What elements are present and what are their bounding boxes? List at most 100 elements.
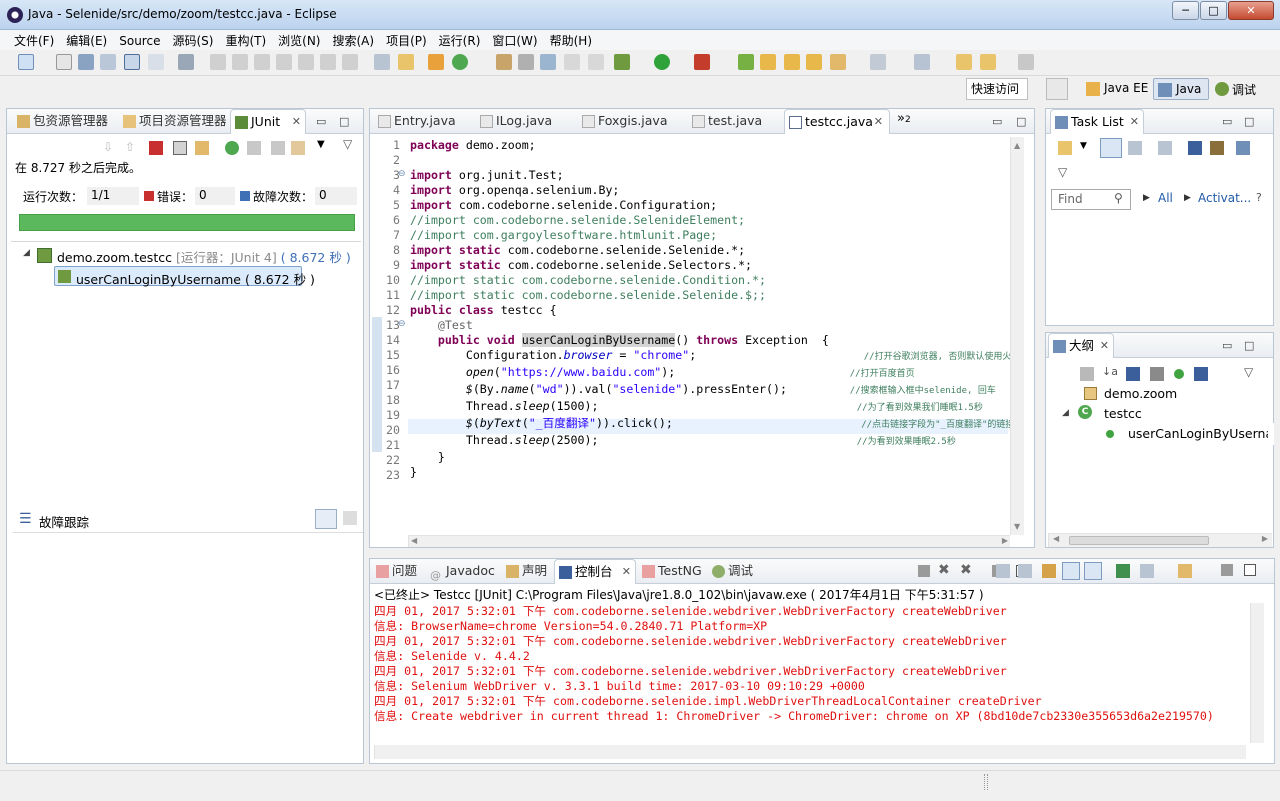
console-vertical-scrollbar[interactable] [1250,603,1264,743]
view-menu-icon[interactable]: ▽ [1058,165,1067,179]
tab-debug[interactable]: 调试 [708,559,764,584]
pin-console-icon[interactable] [1042,564,1056,578]
menu-file[interactable]: 文件(F) [8,30,60,51]
focus-active-task-icon[interactable] [1080,367,1094,381]
word-wrap-icon[interactable] [1018,564,1032,578]
menu-source[interactable]: Source [113,32,166,50]
external-tools-icon[interactable] [694,54,710,70]
debug-icon[interactable] [614,54,630,70]
forward-icon[interactable] [1018,54,1034,70]
tab-close-icon[interactable]: ✕ [1130,110,1139,134]
editor-vertical-scrollbar[interactable]: ▲ ▼ [1010,137,1024,535]
perspective-java[interactable]: Java [1153,78,1209,100]
scroll-lock-icon[interactable] [173,141,187,155]
scroll-lock-console-icon[interactable] [996,564,1010,578]
pin-editor-icon[interactable] [564,54,580,70]
tab-problems[interactable]: 问题 [372,559,422,584]
display-console-icon[interactable] [1116,564,1130,578]
step-into-icon[interactable] [298,54,314,70]
collapse-triangle-icon[interactable]: ◢ [23,248,30,258]
hide-fields-icon[interactable] [1126,367,1140,381]
tab-close-icon[interactable]: ✕ [292,110,301,134]
suspend-icon[interactable] [232,54,248,70]
editor-horizontal-scrollbar[interactable]: ◀ ▶ [408,535,1010,547]
maximize-button[interactable]: □ [1200,1,1227,20]
minimize-view-icon[interactable]: ▭ [316,115,326,128]
fold-icon[interactable]: ⊖ [398,169,406,179]
compare-result-icon[interactable] [343,511,357,525]
menu-edit[interactable]: 编辑(E) [60,30,113,51]
all-link[interactable]: All [1158,191,1173,205]
history-dropdown-icon[interactable]: ▼ [317,139,325,150]
toggle-mark-icon[interactable] [588,54,604,70]
save-icon[interactable] [78,54,94,70]
tab-javadoc[interactable]: @ Javadoc [426,559,498,584]
open-perspective-icon[interactable] [1046,78,1068,100]
back-icon[interactable] [956,54,972,70]
tab-testcc-java[interactable]: testcc.java ✕ [784,109,890,134]
perspective-javaee[interactable]: Java EE [1082,78,1152,100]
filter-stack-icon[interactable] [315,509,337,529]
tab-foxgis-java[interactable]: Foxgis.java [578,109,684,134]
scheduled-icon[interactable] [1128,141,1142,155]
quick-access-field[interactable]: 快速访问 [966,78,1028,100]
focus-icon[interactable] [1158,141,1172,155]
outline-horizontal-scrollbar[interactable]: ◀ ▶ [1048,533,1272,547]
next-failure-icon[interactable]: ⇩ [103,140,117,154]
hide-nonpublic-icon[interactable] [1174,369,1184,379]
help-icon[interactable]: ? [1256,191,1262,204]
maximize-console-view-icon[interactable] [1244,564,1256,576]
tab-task-list[interactable]: Task List ✕ [1050,109,1144,134]
remove-all-icon[interactable]: ✖ [960,562,972,578]
console-horizontal-scrollbar[interactable] [374,745,1246,759]
menu-project[interactable]: 项目(P) [380,30,433,51]
resume-icon[interactable] [210,54,226,70]
rerun-failed-first-icon[interactable] [247,141,261,155]
save-all-icon[interactable] [100,54,116,70]
menu-source-cn[interactable]: 源码(S) [166,30,219,51]
open-type-icon[interactable] [518,54,534,70]
new-icon[interactable] [18,54,34,70]
tab-project-explorer[interactable]: 项目资源管理器 [119,109,229,134]
search-icon[interactable] [496,54,512,70]
terminate-icon[interactable] [254,54,270,70]
tab-declaration[interactable]: 声明 [502,559,554,584]
use-step-filters-icon[interactable] [398,54,414,70]
remove-launch-icon[interactable]: ✖ [938,562,950,578]
tab-package-explorer[interactable]: 包资源管理器 [13,109,117,134]
rerun-test-icon[interactable] [225,141,239,155]
new-console-icon[interactable] [1178,564,1192,578]
skip-breakpoints-icon[interactable] [178,54,194,70]
new-java-class-icon[interactable] [452,54,468,70]
open-console-icon[interactable] [148,54,164,70]
open-console-dropdown-icon[interactable] [1140,564,1154,578]
hide-completed-icon[interactable] [1188,141,1202,155]
minimize-editor-icon[interactable]: ▭ [992,115,1002,128]
open-folder-icon[interactable] [760,54,776,70]
last-edit-icon[interactable] [870,54,886,70]
menu-help[interactable]: 帮助(H) [544,30,598,51]
print-icon[interactable] [124,54,140,70]
activate-link[interactable]: Activat... [1198,191,1251,205]
hide-static-icon[interactable] [1150,367,1164,381]
fold-icon[interactable]: ⊖ [398,319,406,329]
maximize-tasklist-icon[interactable]: □ [1244,115,1254,128]
minimize-outline-icon[interactable]: ▭ [1222,339,1232,352]
minimize-tasklist-icon[interactable]: ▭ [1222,115,1232,128]
find-input[interactable]: Find ⚲ [1051,189,1131,210]
close-button[interactable]: ✕ [1228,1,1274,20]
show-on-error-icon[interactable] [1084,562,1102,580]
collapse-all-icon[interactable] [1236,141,1250,155]
stop-test-icon[interactable] [271,141,285,155]
minimize-console-view-icon[interactable] [1221,564,1233,576]
maximize-view-icon[interactable]: □ [339,115,349,128]
tab-close-icon[interactable]: ✕ [1100,334,1109,358]
open-folder2-icon[interactable] [784,54,800,70]
hide-local-types-icon[interactable] [1194,367,1208,381]
more-tabs-button[interactable]: »2 [897,111,911,126]
tab-junit[interactable]: JUnit ✕ [230,109,306,134]
tab-outline[interactable]: 大纲 ✕ [1048,333,1114,358]
open-task-icon[interactable] [540,54,556,70]
outline-class[interactable]: testcc [1104,406,1142,421]
outline-method-row[interactable]: userCanLoginByUsername() [1098,423,1274,445]
